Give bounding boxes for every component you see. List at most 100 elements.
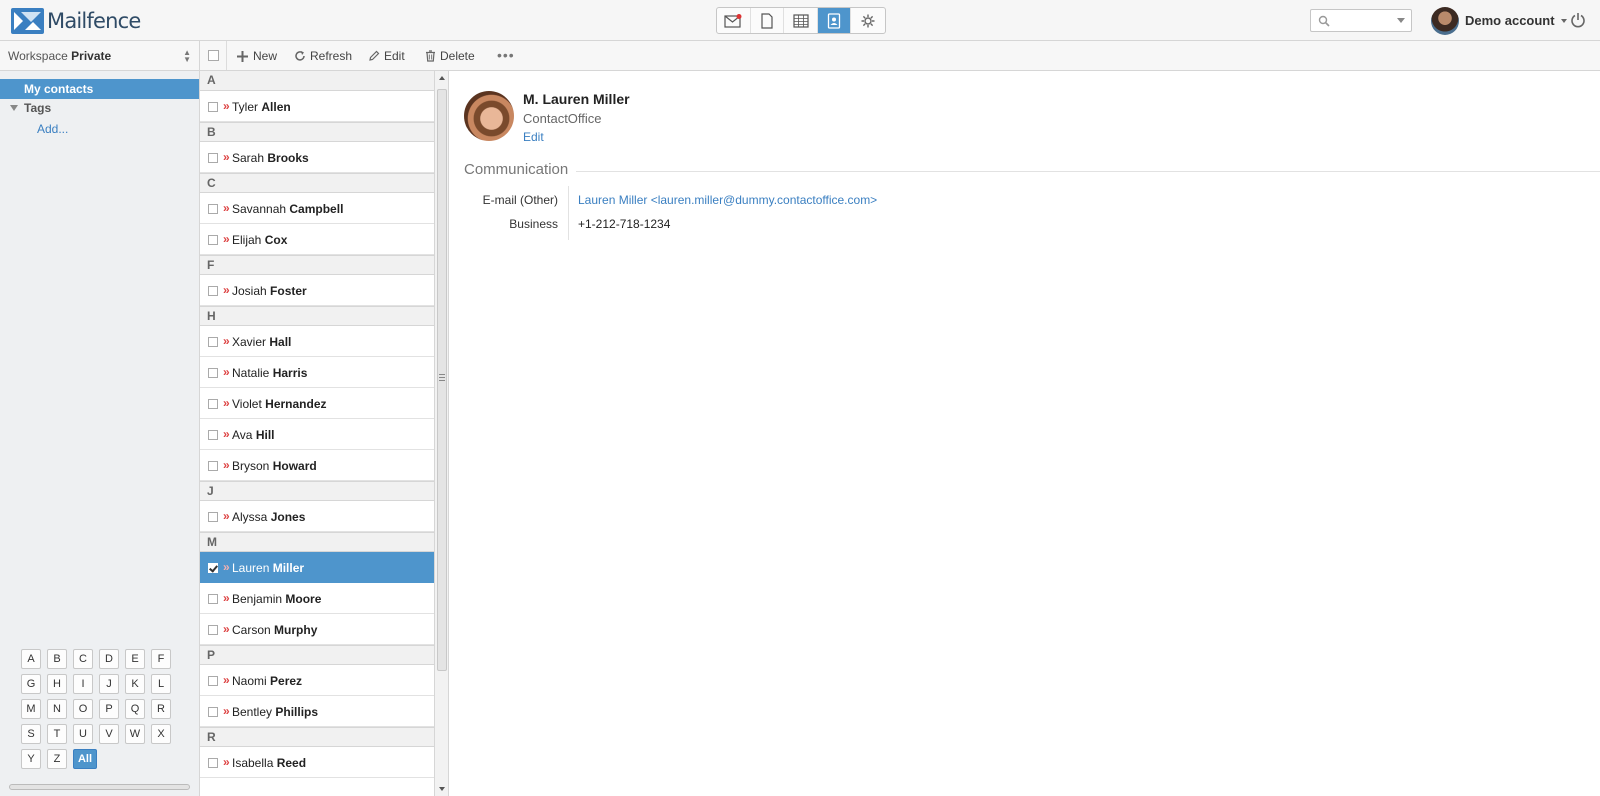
letter-filter-d[interactable]: D (99, 649, 119, 669)
scroll-up-icon[interactable] (439, 76, 445, 80)
contact-checkbox[interactable] (208, 204, 218, 214)
contact-checkbox[interactable] (208, 153, 218, 163)
letter-filter-v[interactable]: V (99, 724, 119, 744)
contact-row[interactable]: » Bryson Howard (200, 450, 434, 481)
new-label: New (253, 49, 278, 63)
account-menu[interactable]: Demo account (1431, 6, 1567, 35)
app-settings-button[interactable] (851, 8, 885, 33)
sidebar-horizontal-scrollbar[interactable] (9, 784, 190, 790)
letter-filter-x[interactable]: X (151, 724, 171, 744)
more-actions-button[interactable]: ••• (497, 48, 515, 62)
letter-filter-f[interactable]: F (151, 649, 171, 669)
email-label: E-mail (Other) (482, 193, 558, 207)
select-all-checkbox[interactable] (208, 50, 219, 61)
letter-filter-b[interactable]: B (47, 649, 67, 669)
contact-checkbox[interactable] (208, 625, 218, 635)
contact-row[interactable]: » Bentley Phillips (200, 696, 434, 727)
email-value-link[interactable]: Lauren Miller <lauren.miller@dummy.conta… (578, 193, 877, 207)
letter-filter-i[interactable]: I (73, 674, 93, 694)
contact-row[interactable]: » Benjamin Moore (200, 583, 434, 614)
letter-filter-all[interactable]: All (73, 749, 97, 769)
letter-filter-r[interactable]: R (151, 699, 171, 719)
resize-grip-icon[interactable] (439, 374, 445, 381)
letter-filter-s[interactable]: S (21, 724, 41, 744)
letter-filter-p[interactable]: P (99, 699, 119, 719)
contact-row[interactable]: » Ava Hill (200, 419, 434, 450)
contact-checkbox[interactable] (208, 563, 218, 573)
app-documents-button[interactable] (751, 8, 785, 33)
sidebar-item-tags[interactable]: Tags (10, 101, 51, 115)
letter-filter-j[interactable]: J (99, 674, 119, 694)
letter-filter-k[interactable]: K (125, 674, 145, 694)
contact-row[interactable]: » Isabella Reed (200, 747, 434, 778)
app-mail-button[interactable] (717, 8, 751, 33)
app-contacts-button[interactable] (817, 8, 852, 33)
contact-checkbox[interactable] (208, 430, 218, 440)
contact-checkbox[interactable] (208, 286, 218, 296)
contact-checkbox[interactable] (208, 399, 218, 409)
edit-button[interactable]: Edit (368, 48, 405, 64)
contact-checkbox[interactable] (208, 235, 218, 245)
contact-row[interactable]: » Elijah Cox (200, 224, 434, 255)
mailfence-logo-icon (11, 8, 44, 34)
contact-checkbox[interactable] (208, 707, 218, 717)
letter-filter-n[interactable]: N (47, 699, 67, 719)
letter-filter-c[interactable]: C (73, 649, 93, 669)
search-options-dropdown-icon[interactable] (1397, 18, 1405, 23)
app-calendar-button[interactable] (784, 8, 818, 33)
contact-row[interactable]: » Naomi Perez (200, 665, 434, 696)
double-chevron-icon: » (223, 704, 230, 718)
contact-checkbox[interactable] (208, 461, 218, 471)
contact-checkbox[interactable] (208, 337, 218, 347)
double-chevron-icon: » (223, 427, 230, 441)
contact-checkbox[interactable] (208, 676, 218, 686)
contact-row[interactable]: » Sarah Brooks (200, 142, 434, 173)
letter-filter-t[interactable]: T (47, 724, 67, 744)
letter-filter-u[interactable]: U (73, 724, 93, 744)
scroll-down-icon[interactable] (439, 787, 445, 791)
contact-checkbox[interactable] (208, 758, 218, 768)
letter-filter-o[interactable]: O (73, 699, 93, 719)
letter-filter-g[interactable]: G (21, 674, 41, 694)
collapse-triangle-icon[interactable] (10, 105, 18, 111)
contact-row[interactable]: » Alyssa Jones (200, 501, 434, 532)
contact-row[interactable]: » Lauren Miller (200, 552, 434, 583)
mail-icon (724, 13, 742, 28)
contact-list-scrollbar[interactable] (434, 71, 449, 796)
letter-filter-e[interactable]: E (125, 649, 145, 669)
contact-row[interactable]: » Violet Hernandez (200, 388, 434, 419)
letter-filter-w[interactable]: W (125, 724, 145, 744)
contact-last-name: Foster (270, 284, 307, 298)
delete-button[interactable]: Delete (425, 48, 475, 64)
letter-filter-y[interactable]: Y (21, 749, 41, 769)
letter-filter-z[interactable]: Z (47, 749, 67, 769)
contact-checkbox[interactable] (208, 368, 218, 378)
letter-filter-q[interactable]: Q (125, 699, 145, 719)
contact-row[interactable]: » Carson Murphy (200, 614, 434, 645)
edit-contact-link[interactable]: Edit (523, 130, 544, 144)
search-box[interactable] (1310, 9, 1412, 32)
group-header: B (200, 122, 434, 142)
letter-filter-l[interactable]: L (151, 674, 171, 694)
new-button[interactable]: New (236, 48, 277, 64)
contact-row[interactable]: » Savannah Campbell (200, 193, 434, 224)
contact-row[interactable]: » Xavier Hall (200, 326, 434, 357)
contact-checkbox[interactable] (208, 512, 218, 522)
contact-row[interactable]: » Tyler Allen (200, 91, 434, 122)
add-tag-link[interactable]: Add... (37, 122, 68, 136)
workspace-selector[interactable]: Workspace Private ▲ ▼ (0, 41, 199, 71)
letter-filter-m[interactable]: M (21, 699, 41, 719)
refresh-button[interactable]: Refresh (294, 48, 352, 64)
contact-checkbox[interactable] (208, 594, 218, 604)
account-avatar (1431, 6, 1459, 35)
sidebar-item-my-contacts[interactable]: My contacts (0, 79, 199, 99)
contact-row[interactable]: » Josiah Foster (200, 275, 434, 306)
contact-row[interactable]: » Natalie Harris (200, 357, 434, 388)
logout-button[interactable] (1570, 12, 1586, 31)
logo[interactable]: Mailfence (11, 8, 141, 34)
contact-first-name: Naomi (232, 674, 267, 688)
contact-row-name: Alyssa Jones (232, 510, 305, 524)
letter-filter-a[interactable]: A (21, 649, 41, 669)
contact-checkbox[interactable] (208, 102, 218, 112)
letter-filter-h[interactable]: H (47, 674, 67, 694)
